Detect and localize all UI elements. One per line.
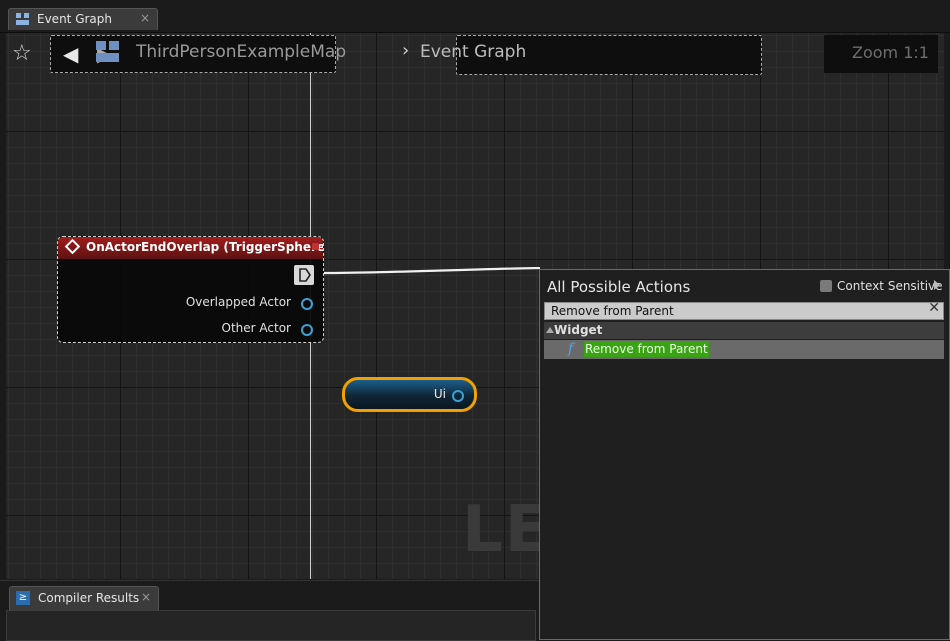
variable-output-pin[interactable] — [452, 390, 464, 402]
tab-label: Event Graph — [37, 12, 112, 26]
search-value: Remove from Parent — [551, 304, 674, 318]
action-menu: All Possible Actions Context Sensitive R… — [539, 269, 950, 640]
breadcrumb-level[interactable]: ThirdPersonExampleMap — [136, 42, 346, 62]
graph-toolbar: ☆ ◀ ▶ ThirdPersonExampleMap › Event Grap… — [6, 33, 944, 75]
context-sensitive-label[interactable]: Context Sensitive — [837, 279, 943, 293]
event-icon — [64, 238, 81, 255]
compiler-tab-close-icon[interactable]: × — [141, 590, 151, 604]
node-status-dot — [312, 243, 319, 250]
event-graph-icon — [16, 13, 29, 25]
variable-node-ui[interactable]: Ui — [342, 377, 477, 412]
variable-label: Ui — [433, 387, 446, 401]
compiler-output-area — [6, 610, 536, 641]
node-title: OnActorEndOverlap (TriggerSphere) — [86, 240, 324, 254]
arrow-left-icon[interactable]: ◀ — [63, 42, 78, 66]
pin-label-overlapped-actor: Overlapped Actor — [185, 295, 291, 309]
event-node[interactable]: OnActorEndOverlap (TriggerSphere) Overla… — [57, 236, 324, 343]
breadcrumb-separator: › — [402, 40, 410, 61]
exec-output-pin[interactable] — [294, 265, 314, 285]
star-icon[interactable]: ☆ — [12, 41, 32, 66]
compiler-icon: ≥ — [16, 591, 30, 605]
tab-compiler-results[interactable]: ≥ Compiler Results × — [9, 586, 159, 610]
tab-bar: Event Graph × — [0, 0, 950, 33]
breadcrumb-graph[interactable]: Event Graph — [420, 42, 526, 62]
category-widget[interactable]: Widget — [544, 322, 944, 339]
compiler-tab-label: Compiler Results — [38, 591, 140, 605]
tab-event-graph[interactable]: Event Graph × — [8, 8, 158, 30]
blueprint-icon — [96, 41, 119, 62]
pin-other-actor[interactable] — [301, 324, 313, 336]
search-input[interactable]: Remove from Parent ✕ — [544, 300, 944, 320]
node-header: OnActorEndOverlap (TriggerSphere) — [58, 237, 323, 259]
category-label: Widget — [554, 323, 603, 337]
menu-title: All Possible Actions — [547, 278, 691, 296]
tab-close-icon[interactable]: × — [140, 11, 150, 25]
chevron-right-icon[interactable] — [934, 280, 940, 290]
zoom-level: Zoom 1:1 — [852, 43, 929, 62]
pin-overlapped-actor[interactable] — [301, 298, 313, 310]
action-item-remove-from-parent[interactable]: f Remove from Parent — [544, 340, 944, 359]
exec-wire — [324, 267, 540, 275]
pin-label-other-actor: Other Actor — [221, 321, 291, 335]
action-item-label: Remove from Parent — [584, 341, 709, 357]
close-icon[interactable]: ✕ — [928, 300, 940, 316]
function-icon: f — [568, 341, 574, 357]
context-sensitive-checkbox[interactable] — [820, 280, 832, 292]
compiler-results-panel: ≥ Compiler Results × — [0, 580, 539, 641]
collapse-arrow-icon[interactable] — [546, 327, 554, 333]
